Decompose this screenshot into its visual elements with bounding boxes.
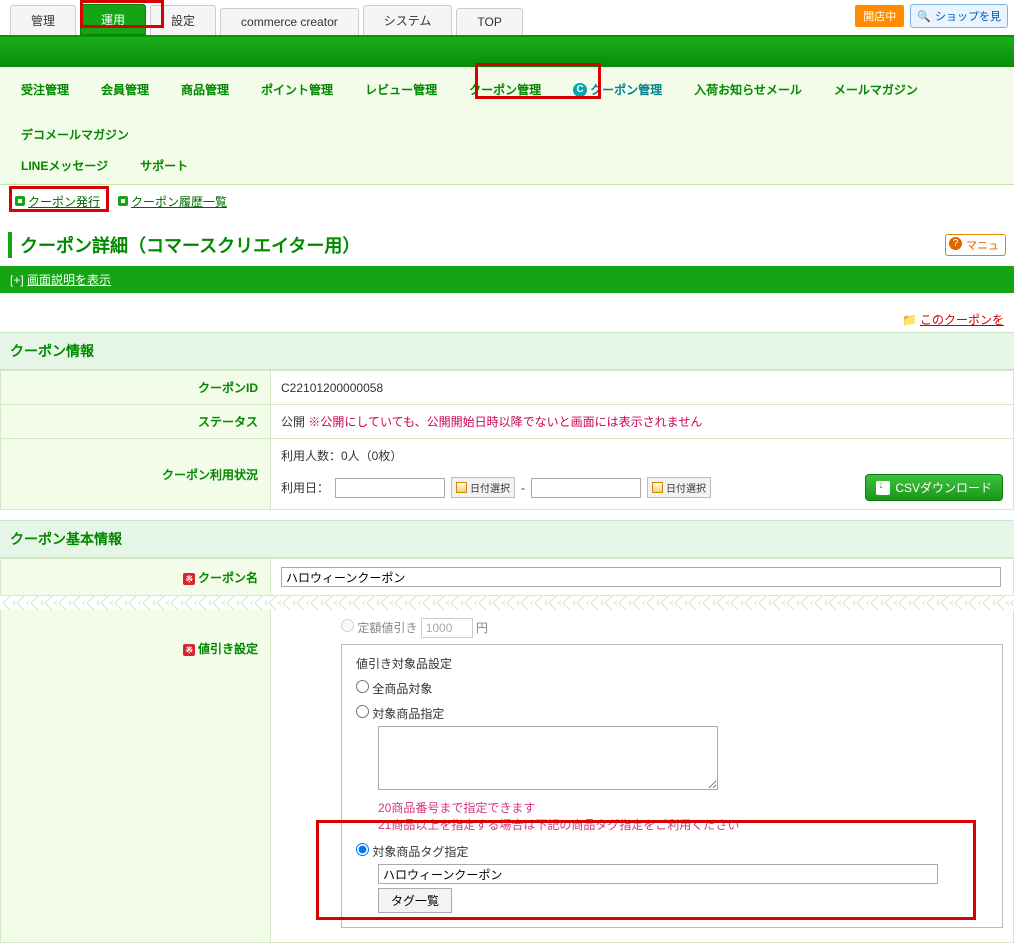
fixed-discount-radio[interactable] (341, 619, 354, 632)
hint-toggle-link[interactable]: 画面説明を表示 (27, 273, 111, 287)
subnav-decomail[interactable]: デコメールマガジン (15, 122, 135, 147)
date-picker-to-button[interactable]: 日付選択 (647, 477, 711, 498)
date-picker-label: 日付選択 (666, 480, 706, 495)
usage-date-from-input[interactable] (335, 478, 445, 498)
subnav-line[interactable]: LINEメッセージ (15, 153, 114, 178)
delete-coupon-link[interactable]: このクーポンを (920, 313, 1004, 327)
ragged-separator (1, 596, 1014, 610)
tab-commerce-creator[interactable]: commerce creator (220, 8, 359, 35)
view-shop-button[interactable]: 🔍 ショップを見 (910, 4, 1008, 28)
radio-all-products[interactable] (356, 680, 369, 693)
coupon-subsubnav: クーポン発行 クーポン履歴一覧 (0, 185, 1014, 218)
coupon-name-input[interactable] (281, 567, 1001, 587)
highlight-box-coupon-issue (9, 186, 109, 212)
fixed-discount-row: 定額値引き 円 (341, 618, 1003, 638)
manual-button[interactable]: マニュ (945, 234, 1006, 256)
csv-label: CSVダウンロード (895, 479, 992, 496)
opt-all-products[interactable]: 全商品対象 (356, 680, 988, 697)
subnav-support[interactable]: サポート (134, 153, 194, 178)
radio-specify-products-label: 対象商品指定 (372, 707, 444, 721)
subnav-magazine[interactable]: メールマガジン (828, 77, 924, 102)
fixed-discount-unit: 円 (476, 621, 488, 635)
highlight-box-tag-option (316, 820, 976, 920)
date-picker-label: 日付選択 (470, 480, 510, 495)
csv-download-button[interactable]: CSVダウンロード (865, 474, 1003, 501)
usage-date-label: 利用日： (281, 479, 329, 496)
highlight-box-coupon-cc (475, 63, 601, 99)
fieldset-legend: 値引き対象品設定 (356, 655, 988, 672)
hint-toggle-icon: [+] (10, 273, 27, 287)
subnav-points[interactable]: ポイント管理 (255, 77, 339, 102)
required-icon: ※ (183, 573, 195, 585)
subnav-reviews[interactable]: レビュー管理 (359, 77, 443, 102)
shop-open-badge: 開店中 (855, 5, 904, 27)
subnav-orders[interactable]: 受注管理 (15, 77, 75, 102)
subnav-members[interactable]: 会員管理 (95, 77, 155, 102)
label-status: ステータス (1, 405, 271, 439)
label-coupon-id: クーポンID (1, 371, 271, 405)
folder-icon: 📁 (902, 313, 917, 327)
calendar-icon (456, 482, 467, 493)
section-coupon-info: クーポン情報 (0, 332, 1014, 370)
status-note: ※公開にしていても、公開開始日時以降でないと画面には表示されません (308, 415, 702, 429)
subnav-products[interactable]: 商品管理 (175, 77, 235, 102)
opt-specify-products[interactable]: 対象商品指定 (356, 705, 988, 722)
date-picker-from-button[interactable]: 日付選択 (451, 477, 515, 498)
download-icon (876, 481, 890, 495)
radio-all-products-label: 全商品対象 (372, 682, 432, 696)
screen-hint-bar[interactable]: [+] 画面説明を表示 (0, 266, 1014, 293)
view-shop-label: ショップを見 (935, 8, 1001, 24)
fixed-discount-amount-input[interactable] (421, 618, 473, 638)
label-usage: クーポン利用状況 (1, 439, 271, 510)
tab-system[interactable]: システム (363, 5, 453, 35)
value-status: 公開 (281, 415, 305, 429)
specify-products-textarea[interactable] (378, 726, 718, 790)
operation-subnav: 受注管理 会員管理 商品管理 ポイント管理 レビュー管理 クーポン管理 C クー… (0, 67, 1014, 185)
magnifier-icon: 🔍 (917, 10, 931, 23)
value-coupon-id: C22101200000058 (271, 371, 1014, 405)
date-range-separator: - (521, 481, 525, 495)
subsub-item-history[interactable]: クーポン履歴一覧 (118, 193, 227, 210)
highlight-box-operation-tab (80, 0, 164, 28)
tab-admin[interactable]: 管理 (10, 5, 76, 35)
label-discount-setting: ※値引き設定 (1, 610, 271, 943)
required-icon: ※ (183, 644, 195, 656)
subnav-restock-mail[interactable]: 入荷お知らせメール (688, 77, 808, 102)
section-coupon-basic: クーポン基本情報 (0, 520, 1014, 558)
label-coupon-name: ※クーポン名 (1, 559, 271, 596)
calendar-icon (652, 482, 663, 493)
coupon-basic-table: ※クーポン名 ※値引き設定 定額値引き 円 値引き対象品設定 全商品対象 対象商… (0, 558, 1014, 943)
fixed-discount-label: 定額値引き (357, 621, 417, 635)
radio-specify-products[interactable] (356, 705, 369, 718)
usage-count: 利用人数：0人（0枚） (281, 447, 1003, 464)
tab-top[interactable]: TOP (456, 8, 522, 35)
bullet-icon (118, 196, 128, 206)
page-title: クーポン詳細（コマースクリエイター用） (8, 232, 360, 258)
note-max20: 20商品番号まで指定できます (378, 799, 988, 816)
usage-date-to-input[interactable] (531, 478, 641, 498)
top-tab-bar: 管理 運用 設定 commerce creator システム TOP 開店中 🔍… (0, 0, 1014, 37)
link-coupon-history[interactable]: クーポン履歴一覧 (131, 195, 227, 209)
coupon-info-table: クーポンID C22101200000058 ステータス 公開 ※公開にしていて… (0, 370, 1014, 510)
